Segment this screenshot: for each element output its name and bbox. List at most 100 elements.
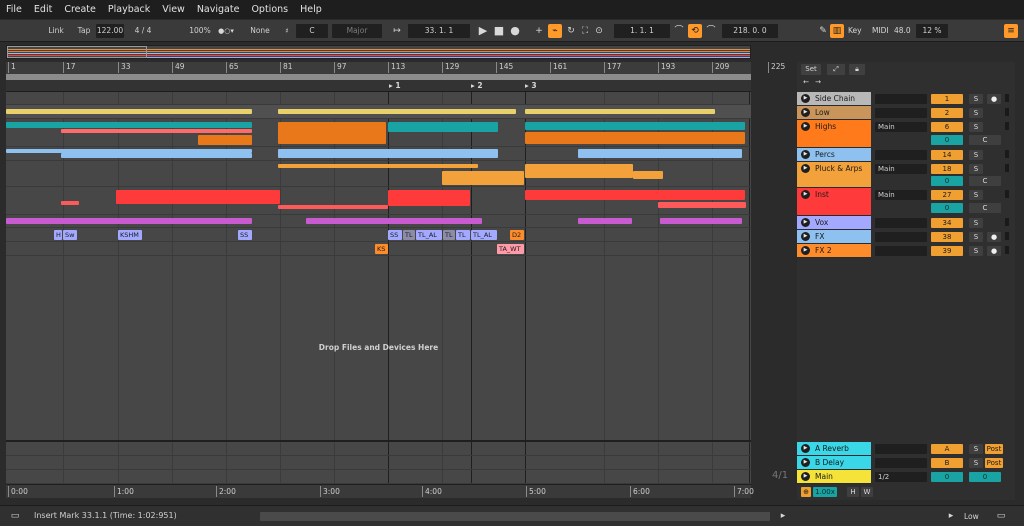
return-lane-b[interactable] xyxy=(6,456,751,470)
track-name[interactable]: ▶ Pluck & Arps xyxy=(797,162,871,188)
loop-length-field[interactable]: 218. 0. 0 xyxy=(722,24,778,38)
solo-button[interactable]: S xyxy=(969,232,983,242)
session-record-icon[interactable]: ⊙ xyxy=(592,24,606,38)
reenable-automation-icon[interactable]: ↻ xyxy=(564,24,578,38)
overdub-icon[interactable]: + xyxy=(532,24,546,38)
clip[interactable] xyxy=(278,122,386,144)
track-vox[interactable]: ▶ Vox 34 S xyxy=(797,216,1015,230)
clip[interactable] xyxy=(388,122,498,132)
beat-time-ruler[interactable]: 1 17 33 49 65 81 97 113 129 145 161 177 … xyxy=(6,62,751,80)
tap-button[interactable]: Tap xyxy=(74,24,94,38)
post-button[interactable]: Post xyxy=(985,458,1003,468)
device-slot[interactable] xyxy=(875,246,927,256)
track-lane-low[interactable] xyxy=(6,105,751,119)
track-lane-fx[interactable]: H Sw KSHM SS SS TL TL_AL TL TL TL_AL D2 xyxy=(6,228,751,242)
clip[interactable]: TL xyxy=(403,230,415,240)
track-lane-inst[interactable] xyxy=(6,187,751,215)
clip[interactable] xyxy=(633,171,663,179)
play-icon[interactable]: ▶ xyxy=(801,190,810,199)
post-button[interactable]: Post xyxy=(985,444,1003,454)
horizontal-scrollbar[interactable] xyxy=(260,512,770,521)
return-letter[interactable]: B xyxy=(931,458,963,468)
track-number[interactable]: 6 xyxy=(931,122,963,132)
w-button[interactable]: W xyxy=(861,487,873,497)
loop-switch-icon[interactable]: ⟲ xyxy=(688,24,702,38)
play-icon[interactable]: ▶ xyxy=(801,94,810,103)
track-lane-highs[interactable] xyxy=(6,119,751,147)
track-volume[interactable]: 0 xyxy=(931,203,963,213)
track-number[interactable]: 2 xyxy=(931,108,963,118)
draw-mode-icon[interactable]: ✎ xyxy=(816,24,830,38)
arrow-left-icon[interactable]: ← xyxy=(801,77,811,88)
locator-lane[interactable]: ▸ 1 ▸ 2 ▸ 3 xyxy=(6,80,751,92)
menu-options[interactable]: Options xyxy=(251,4,288,15)
clip[interactable] xyxy=(6,218,252,224)
lock-icon[interactable]: 🔒︎ xyxy=(849,64,865,75)
drop-zone-hint[interactable]: Drop Files and Devices Here xyxy=(6,343,751,352)
device-slot[interactable] xyxy=(875,232,927,242)
track-number[interactable]: 14 xyxy=(931,150,963,160)
track-highs[interactable]: ▶ Highs Main 6 S 0 C xyxy=(797,120,1015,148)
time-ruler[interactable]: 0:00 1:00 2:00 3:00 4:00 5:00 6:00 7:00 xyxy=(6,484,754,498)
output-routing-select[interactable]: 1/2 xyxy=(875,472,927,482)
solo-button[interactable]: S xyxy=(969,150,983,160)
h-button[interactable]: H xyxy=(847,487,859,497)
clip[interactable] xyxy=(578,218,632,224)
cue-button[interactable]: C xyxy=(969,203,1001,213)
clip[interactable] xyxy=(525,190,745,200)
menu-playback[interactable]: Playback xyxy=(108,4,150,15)
device-slot[interactable] xyxy=(875,444,927,454)
clip[interactable] xyxy=(442,171,524,185)
expand-icon[interactable]: ⤢ xyxy=(827,64,845,75)
time-signature[interactable]: 4 / 4 xyxy=(130,24,156,38)
track-number[interactable]: 27 xyxy=(931,190,963,200)
menu-icon[interactable]: ≡ xyxy=(1004,24,1018,38)
scale-icon[interactable]: ♯ xyxy=(280,24,294,38)
clip[interactable]: Sw xyxy=(63,230,77,240)
solo-button[interactable]: S xyxy=(969,444,983,454)
track-name[interactable]: ▶ Low xyxy=(797,106,871,120)
clip[interactable] xyxy=(525,122,745,130)
play-icon[interactable]: ▶ xyxy=(801,164,810,173)
clip[interactable]: TA_WT xyxy=(497,244,524,254)
play-icon[interactable]: ▶ xyxy=(801,444,810,453)
track-percs[interactable]: ▶ Percs 14 S xyxy=(797,148,1015,162)
clip[interactable] xyxy=(61,201,79,205)
set-button[interactable]: Set xyxy=(801,64,821,75)
tempo-field[interactable]: 122.00 xyxy=(96,24,124,38)
input-routing-select[interactable]: Main xyxy=(875,190,927,200)
solo-button[interactable]: S xyxy=(969,164,983,174)
cue-button[interactable]: C xyxy=(969,176,1001,186)
clip[interactable] xyxy=(525,109,715,114)
track-lane-percs[interactable] xyxy=(6,147,751,161)
track-name[interactable]: ▶ FX 2 xyxy=(797,244,871,258)
punch-out-icon[interactable]: ⌒ xyxy=(704,24,718,38)
play-icon[interactable]: ▶ xyxy=(476,24,490,38)
clip[interactable] xyxy=(198,135,252,145)
capture-icon[interactable]: ⛶ xyxy=(578,24,592,38)
clip[interactable]: SS xyxy=(388,230,402,240)
return-track-a-reverb[interactable]: ▶ A Reverb A S Post xyxy=(797,442,1015,456)
clip[interactable]: D2 xyxy=(510,230,524,240)
device-slot[interactable] xyxy=(875,94,927,104)
clip[interactable] xyxy=(6,109,252,114)
play-icon[interactable]: ▶ xyxy=(801,232,810,241)
track-low[interactable]: ▶ Low 2 S xyxy=(797,106,1015,120)
scale-mode-select[interactable]: Major xyxy=(332,24,382,38)
locator-marker[interactable]: ▸ 3 xyxy=(525,81,537,90)
main-volume[interactable]: 0 xyxy=(931,472,963,482)
clip[interactable]: SS xyxy=(238,230,252,240)
return-lane-a[interactable] xyxy=(6,442,751,456)
scroll-right-icon[interactable]: ▸ xyxy=(776,509,790,523)
play-icon[interactable]: ▶ xyxy=(801,246,810,255)
stop-icon[interactable]: ■ xyxy=(492,24,506,38)
input-routing-select[interactable]: Main xyxy=(875,122,927,132)
crossfade-ratio[interactable]: 1.00x xyxy=(813,487,837,497)
clip[interactable] xyxy=(61,129,252,133)
clip[interactable] xyxy=(388,190,470,206)
position-field[interactable]: 33. 1. 1 xyxy=(408,24,470,38)
track-side-chain[interactable]: ▶ Side Chain 1 S ● xyxy=(797,92,1015,106)
clip[interactable] xyxy=(525,132,745,144)
clip[interactable] xyxy=(61,153,252,158)
play-icon[interactable]: ▶ xyxy=(801,150,810,159)
